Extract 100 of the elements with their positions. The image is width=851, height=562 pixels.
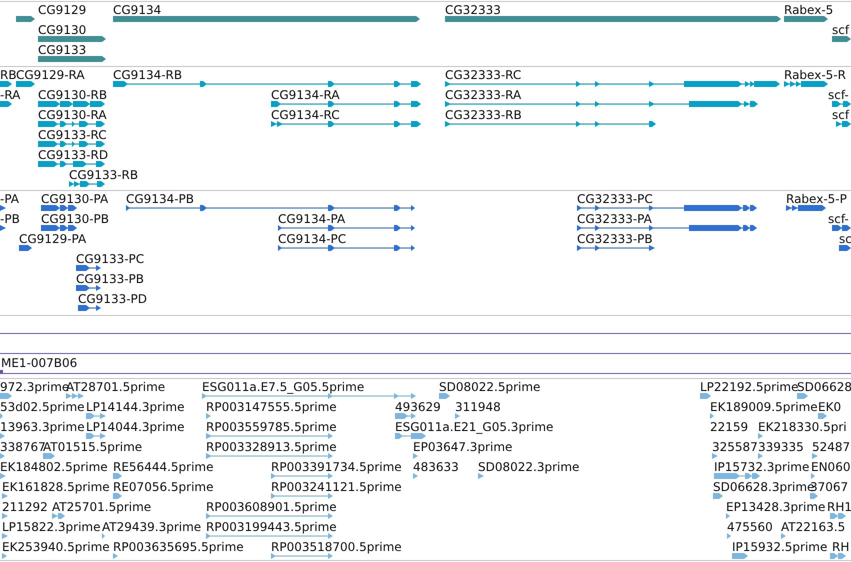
est-glyph — [271, 472, 334, 480]
est-glyph — [0, 472, 7, 480]
protein-name: scf- — [828, 212, 849, 226]
est-name: 475560 — [727, 520, 773, 534]
est-name: IP15732.3prime — [714, 460, 810, 474]
est-glyph — [439, 392, 451, 400]
est-glyph — [2, 532, 9, 540]
est-name: 211292 — [2, 500, 48, 514]
clone-name: ME1-007B06 — [1, 356, 78, 370]
transcript-glyph — [832, 100, 851, 108]
protein-glyph — [0, 224, 7, 232]
transcript-glyph — [38, 120, 106, 128]
transcript-glyph — [0, 80, 13, 88]
est-glyph — [758, 452, 764, 460]
transcript-name: CG32333-RC — [445, 68, 522, 82]
protein-name: CG9133-PC — [76, 252, 144, 266]
est-name: RH — [832, 540, 850, 554]
est-name: RP003635695.5prime — [113, 540, 244, 554]
transcript-name: CG32333-RB — [445, 108, 522, 122]
est-glyph — [66, 392, 85, 400]
protein-glyph — [0, 204, 7, 212]
transcript-name: scf- — [828, 88, 849, 102]
gene-glyph — [832, 35, 851, 43]
protein-name: CG9133-PB — [76, 272, 144, 286]
gene-name: CG9133 — [38, 43, 86, 57]
est-name: IP15932.5prime — [732, 540, 828, 554]
est-name: RP003199443.5prime — [206, 520, 337, 534]
est-name: LP22192.5prime — [700, 380, 799, 394]
protein-glyph — [41, 224, 78, 232]
protein-glyph — [41, 204, 78, 212]
transcript-glyph — [784, 80, 829, 88]
protein-name: CG9129-PA — [19, 232, 86, 246]
gene-name: CG9130 — [38, 23, 86, 37]
est-name: EP03647.3prime — [413, 440, 512, 454]
est-glyph — [2, 492, 9, 500]
transcript-name: CG9133-RB — [69, 168, 138, 182]
est-name: 22159 — [710, 420, 748, 434]
est-glyph — [0, 412, 4, 420]
est-glyph — [812, 452, 819, 460]
est-name: ESG011a.E7.5_G05.5prime — [202, 380, 364, 394]
est-name: 339335 — [758, 440, 804, 454]
est-glyph — [113, 472, 123, 480]
est-glyph — [86, 432, 107, 440]
transcript-name: CG9130-RB — [38, 88, 108, 102]
est-name: EK161828.5prime — [2, 480, 110, 494]
gene-name: scf — [832, 23, 850, 37]
transcript-glyph — [38, 160, 106, 168]
protein-glyph — [76, 284, 102, 292]
transcript-name: CG9134-RC — [271, 108, 340, 122]
est-glyph — [86, 412, 107, 420]
gene-name: CG9129 — [38, 3, 86, 17]
transcript-name: CG9133-RC — [38, 128, 107, 142]
est-name: RP003608901.5prime — [206, 500, 337, 514]
est-glyph — [714, 472, 761, 480]
est-name: LP14044.3prime — [86, 420, 185, 434]
est-name: 52487 — [812, 440, 850, 454]
est-glyph — [455, 412, 461, 420]
est-glyph — [395, 432, 427, 440]
est-glyph — [710, 412, 715, 420]
protein-name: CG32333-PA — [577, 212, 652, 226]
protein-name: -PA — [0, 192, 20, 206]
transcript-name: scf — [832, 108, 850, 122]
transcript-glyph — [16, 80, 36, 88]
protein-glyph — [78, 304, 102, 312]
est-glyph — [0, 452, 6, 460]
est-glyph — [52, 512, 66, 520]
transcript-name: CG9130-RA — [38, 108, 107, 122]
transcript-name: RB — [0, 68, 17, 82]
protein-name: CG9130-PB — [41, 212, 110, 226]
est-name: RP003391734.5prime — [271, 460, 402, 474]
est-name: SD08022.3prime — [478, 460, 580, 474]
gene-glyph — [784, 15, 829, 23]
transcript-name: -RA — [0, 88, 20, 102]
est-name: RP003241121.5prime — [271, 480, 402, 494]
est-glyph — [830, 552, 847, 560]
est-name: 325587 — [712, 440, 758, 454]
est-name: EN060 — [811, 460, 850, 474]
gene-glyph — [38, 35, 107, 43]
est-name: EK253940.5prime — [2, 540, 110, 554]
est-glyph — [818, 412, 828, 420]
est-glyph — [413, 452, 419, 460]
est-glyph — [713, 492, 724, 500]
est-glyph — [206, 412, 212, 420]
est-name: RP003518700.5prime — [271, 540, 402, 554]
est-glyph — [478, 472, 485, 480]
est-name: RP003328913.5prime — [206, 440, 337, 454]
est-name: EK184802.5prime — [0, 460, 108, 474]
est-name: EK0 — [818, 400, 842, 414]
est-glyph — [797, 392, 809, 400]
est-name: AT22163.5 — [781, 520, 846, 534]
est-name: AT25701.5prime — [52, 500, 152, 514]
est-glyph — [712, 452, 719, 460]
gene-name: CG32333 — [445, 3, 501, 17]
est-name: 53d02.5prime — [0, 400, 85, 414]
est-glyph — [732, 552, 749, 560]
protein-glyph — [76, 264, 102, 272]
est-glyph — [113, 492, 123, 500]
est-glyph — [700, 392, 712, 400]
est-name: AT29439.3prime — [102, 520, 202, 534]
transcript-name: CG9134-RA — [271, 88, 340, 102]
